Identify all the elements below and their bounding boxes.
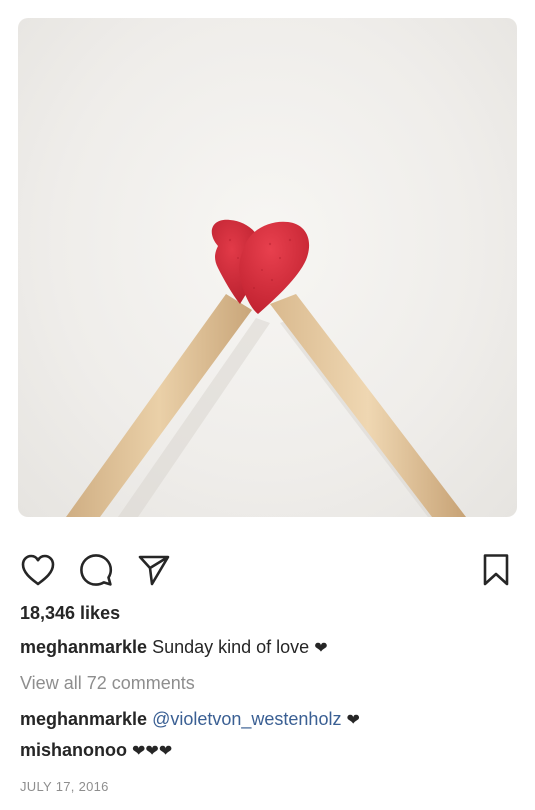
comment-mention[interactable]: @violetvon_westenholz — [152, 709, 341, 729]
save-button[interactable] — [476, 548, 516, 592]
share-button[interactable] — [134, 548, 174, 592]
post-photo[interactable] — [18, 18, 517, 517]
comment-username[interactable]: meghanmarkle — [20, 709, 147, 729]
action-bar — [0, 548, 535, 594]
right-match-stick — [270, 294, 466, 517]
caption: meghanmarkle Sunday kind of love ❤ — [20, 637, 328, 658]
post-date: JULY 17, 2016 — [20, 779, 109, 794]
paper-plane-icon — [138, 555, 170, 586]
comment-emoji: ❤❤❤ — [132, 743, 173, 760]
comment-item: mishanonoo ❤❤❤ — [20, 740, 172, 761]
matches-heart-image — [66, 219, 466, 517]
caption-emoji: ❤ — [314, 640, 328, 657]
caption-text: Sunday kind of love — [152, 637, 310, 657]
likes-count[interactable]: 18,346 likes — [20, 603, 120, 624]
comment-item: meghanmarkle @violetvon_westenholz ❤ — [20, 709, 360, 730]
view-all-comments-link[interactable]: View all 72 comments — [20, 673, 195, 694]
comment-username[interactable]: mishanonoo — [20, 740, 127, 760]
bookmark-icon — [483, 554, 509, 586]
comment-bubble-icon — [80, 554, 113, 586]
comment-emoji: ❤ — [346, 712, 360, 729]
instagram-post: 18,346 likes meghanmarkle Sunday kind of… — [0, 0, 535, 810]
caption-username[interactable]: meghanmarkle — [20, 637, 147, 657]
like-button[interactable] — [18, 548, 58, 592]
heart-outline-icon — [21, 554, 55, 586]
comment-button[interactable] — [76, 548, 116, 592]
